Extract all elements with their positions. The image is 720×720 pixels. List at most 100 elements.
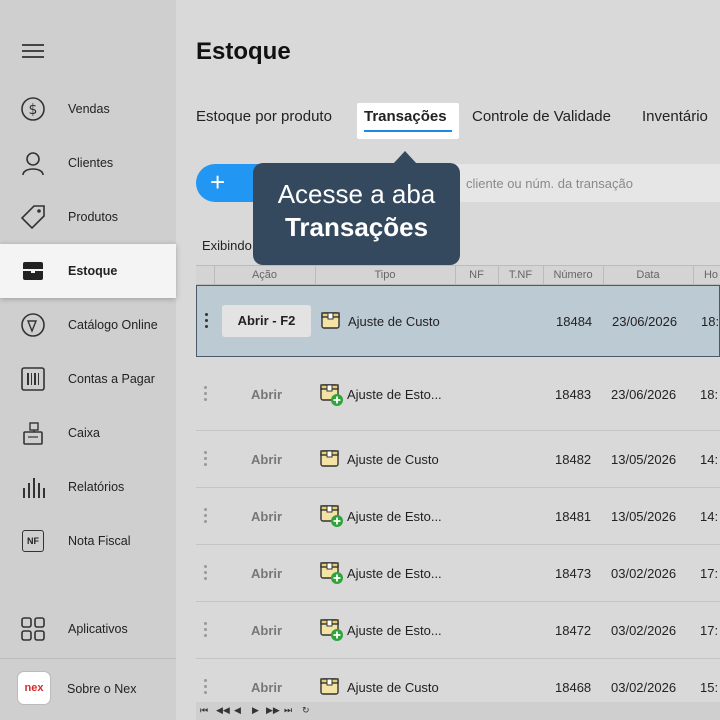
row-menu-icon[interactable]: [205, 313, 209, 331]
row-tipo: Ajuste de Esto...: [347, 387, 442, 402]
sidebar-item-label: Estoque: [68, 264, 118, 278]
row-numero: 18472: [555, 623, 592, 638]
row-data: 03/02/2026: [611, 566, 677, 581]
row-numero: 18482: [555, 452, 592, 467]
table-row[interactable]: Abrir Ajuste de Esto... 18473 03/02/2026…: [196, 545, 720, 602]
svg-text:$: $: [29, 102, 38, 118]
about-nex-link[interactable]: Sobre o Nex: [67, 682, 136, 696]
row-numero: 18483: [555, 387, 592, 402]
tab-controle-de-validade[interactable]: Controle de Validade: [472, 108, 611, 125]
previous-fast-button[interactable]: ◀◀: [216, 705, 230, 716]
row-tipo: Ajuste de Custo: [347, 680, 439, 695]
tooltip-line-1: Acesse a aba: [277, 179, 436, 209]
tab-transacoes[interactable]: Transações: [364, 108, 447, 125]
sidebar-item-label: Catálogo Online: [68, 318, 158, 332]
row-numero: 18473: [555, 566, 592, 581]
sidebar-item-label: Aplicativos: [68, 622, 128, 636]
next-page-button[interactable]: ▶: [252, 705, 259, 716]
column-header-acao: Ação: [251, 269, 278, 281]
open-button[interactable]: Abrir: [251, 509, 282, 524]
row-tipo: Ajuste de Esto...: [347, 509, 442, 524]
table-row[interactable]: Abrir Ajuste de Custo 18468 03/02/2026 1…: [196, 659, 720, 702]
refresh-button[interactable]: ↻: [302, 705, 310, 716]
column-header-tnf: T.NF: [508, 269, 533, 281]
box-add-icon: [319, 560, 343, 584]
row-menu-icon[interactable]: [204, 565, 208, 583]
row-tipo: Ajuste de Esto...: [347, 566, 442, 581]
tab-inventario[interactable]: Inventário: [642, 108, 708, 125]
box-add-icon: [319, 617, 343, 641]
row-hora: 15:: [700, 680, 719, 695]
row-menu-icon[interactable]: [204, 451, 208, 469]
sidebar-item-label: Relatórios: [68, 480, 125, 494]
row-tipo: Ajuste de Custo: [347, 452, 439, 467]
row-tipo: Ajuste de Custo: [348, 314, 440, 329]
tooltip-line-2: Transações: [284, 212, 429, 242]
box-add-icon: [319, 382, 343, 406]
row-data: 03/02/2026: [611, 680, 677, 695]
box-icon: [319, 448, 341, 470]
table-row[interactable]: Abrir Ajuste de Esto... 18472 03/02/2026…: [196, 602, 720, 659]
table-row[interactable]: Abrir Ajuste de Custo 18482 13/05/2026 1…: [196, 431, 720, 488]
person-icon: [20, 150, 46, 176]
sidebar-item-clientes[interactable]: Clientes: [0, 136, 176, 190]
table-row[interactable]: Abrir Ajuste de Esto... 18483 23/06/2026…: [196, 357, 720, 431]
row-hora: 18:: [700, 387, 719, 402]
first-page-button[interactable]: ⏮: [200, 705, 208, 716]
sidebar-item-label: Contas a Pagar: [68, 372, 155, 386]
showing-label: Exibindo: [202, 238, 252, 253]
sidebar: $ Vendas Clientes Produtos Estoque Catál…: [0, 0, 176, 720]
column-header-numero: Número: [553, 269, 593, 281]
row-numero: 18468: [555, 680, 592, 695]
box-icon: [320, 310, 342, 332]
sidebar-item-catalogo[interactable]: Catálogo Online: [0, 298, 176, 352]
sidebar-item-nota-fiscal[interactable]: NF Nota Fiscal: [0, 514, 176, 568]
open-button[interactable]: Abrir: [251, 452, 282, 467]
sidebar-item-caixa[interactable]: Caixa: [0, 406, 176, 460]
barcode-icon: [20, 366, 46, 392]
sidebar-item-label: Caixa: [68, 426, 100, 440]
row-menu-icon[interactable]: [204, 622, 208, 640]
column-separator: [693, 266, 694, 284]
row-menu-icon[interactable]: [204, 386, 208, 404]
sidebar-item-produtos[interactable]: Produtos: [0, 190, 176, 244]
open-button[interactable]: Abrir - F2: [222, 305, 311, 337]
nex-logo[interactable]: nex: [17, 671, 51, 705]
dollar-circle-icon: $: [20, 96, 46, 122]
table-row[interactable]: Abrir Ajuste de Esto... 18481 13/05/2026…: [196, 488, 720, 545]
sidebar-item-contas-a-pagar[interactable]: Contas a Pagar: [0, 352, 176, 406]
row-numero: 18481: [555, 509, 592, 524]
row-hora: 17:: [700, 566, 719, 581]
next-fast-button[interactable]: ▶▶: [266, 705, 280, 716]
sidebar-item-aplicativos[interactable]: Aplicativos: [0, 602, 176, 656]
register-icon: [20, 420, 46, 446]
menu-icon[interactable]: [22, 44, 44, 62]
open-button[interactable]: Abrir: [251, 387, 282, 402]
column-header-nf: NF: [469, 269, 484, 281]
row-data: 23/06/2026: [612, 314, 678, 329]
box-icon: [319, 676, 341, 698]
row-menu-icon[interactable]: [204, 508, 208, 526]
sidebar-item-label: Nota Fiscal: [68, 534, 131, 548]
row-data: 13/05/2026: [611, 452, 677, 467]
box-add-icon: [319, 503, 343, 527]
row-data: 23/06/2026: [611, 387, 677, 402]
box-icon: [20, 258, 46, 284]
sidebar-item-relatorios[interactable]: Relatórios: [0, 460, 176, 514]
tab-estoque-por-produto[interactable]: Estoque por produto: [196, 108, 332, 125]
column-header-tipo: Tipo: [374, 269, 396, 281]
row-tipo: Ajuste de Esto...: [347, 623, 442, 638]
sidebar-item-estoque[interactable]: Estoque: [0, 244, 176, 298]
previous-page-button[interactable]: ◀: [234, 705, 241, 716]
open-button[interactable]: Abrir: [251, 566, 282, 581]
last-page-button[interactable]: ⏭: [284, 705, 292, 716]
sidebar-item-label: Vendas: [68, 102, 110, 116]
search-placeholder: cliente ou núm. da transação: [466, 176, 633, 191]
tag-icon: [20, 204, 46, 230]
bar-chart-icon: [20, 474, 46, 500]
table-row[interactable]: Abrir - F2 Ajuste de Custo 18484 23/06/2…: [196, 285, 720, 357]
sidebar-item-vendas[interactable]: $ Vendas: [0, 82, 176, 136]
open-button[interactable]: Abrir: [251, 680, 282, 695]
row-menu-icon[interactable]: [204, 679, 208, 697]
open-button[interactable]: Abrir: [251, 623, 282, 638]
